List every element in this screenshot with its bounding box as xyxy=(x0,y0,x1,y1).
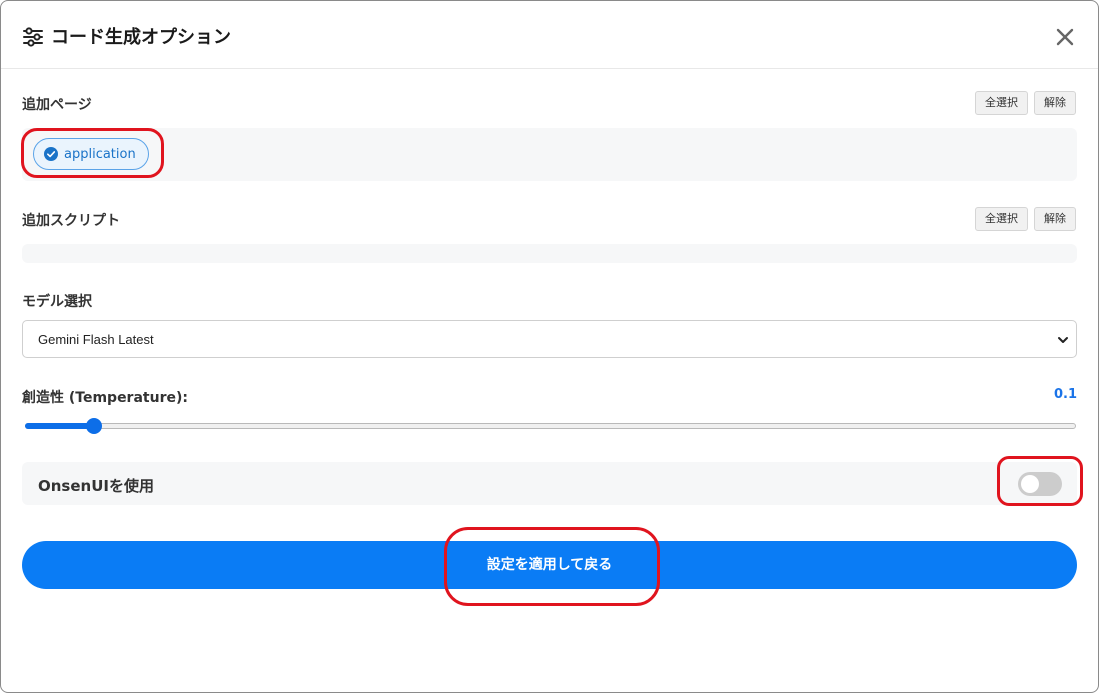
slider-track xyxy=(25,423,1076,429)
page-chip-label: application xyxy=(64,146,136,162)
temperature-label: 創造性 (Temperature): xyxy=(22,390,188,406)
close-icon[interactable] xyxy=(1053,25,1077,49)
onsen-ui-row: OnsenUIを使用 xyxy=(22,462,1077,505)
sliders-icon xyxy=(23,27,43,47)
pages-clear-button[interactable]: 解除 xyxy=(1034,91,1076,115)
model-section-label: モデル選択 xyxy=(22,294,92,310)
code-generation-options-dialog: コード生成オプション 追加ページ 全選択 解除 application 追加スク… xyxy=(0,0,1099,693)
pages-chip-area xyxy=(22,128,1077,181)
chevron-down-icon xyxy=(1058,337,1068,343)
temperature-value: 0.1 xyxy=(1053,387,1077,402)
pages-select-all-button[interactable]: 全選択 xyxy=(975,91,1028,115)
check-circle-icon xyxy=(44,147,58,161)
model-select-value: Gemini Flash Latest xyxy=(38,332,154,347)
scripts-clear-button[interactable]: 解除 xyxy=(1034,207,1076,231)
temperature-slider[interactable] xyxy=(25,418,1076,434)
dialog-title: コード生成オプション xyxy=(51,27,231,48)
apply-settings-button[interactable]: 設定を適用して戻る xyxy=(22,541,1077,589)
pages-section-label: 追加ページ xyxy=(22,97,92,113)
slider-fill xyxy=(25,423,95,429)
onsen-ui-toggle[interactable] xyxy=(1018,472,1062,496)
dialog-header: コード生成オプション xyxy=(1,1,1098,69)
onsen-ui-label: OnsenUIを使用 xyxy=(38,477,154,495)
page-chip-application[interactable]: application xyxy=(33,138,149,170)
scripts-chip-area xyxy=(22,244,1077,263)
scripts-section-label: 追加スクリプト xyxy=(22,213,120,229)
model-select[interactable]: Gemini Flash Latest xyxy=(22,320,1077,358)
scripts-select-all-button[interactable]: 全選択 xyxy=(975,207,1028,231)
slider-thumb[interactable] xyxy=(86,418,103,434)
toggle-knob xyxy=(1021,475,1039,493)
